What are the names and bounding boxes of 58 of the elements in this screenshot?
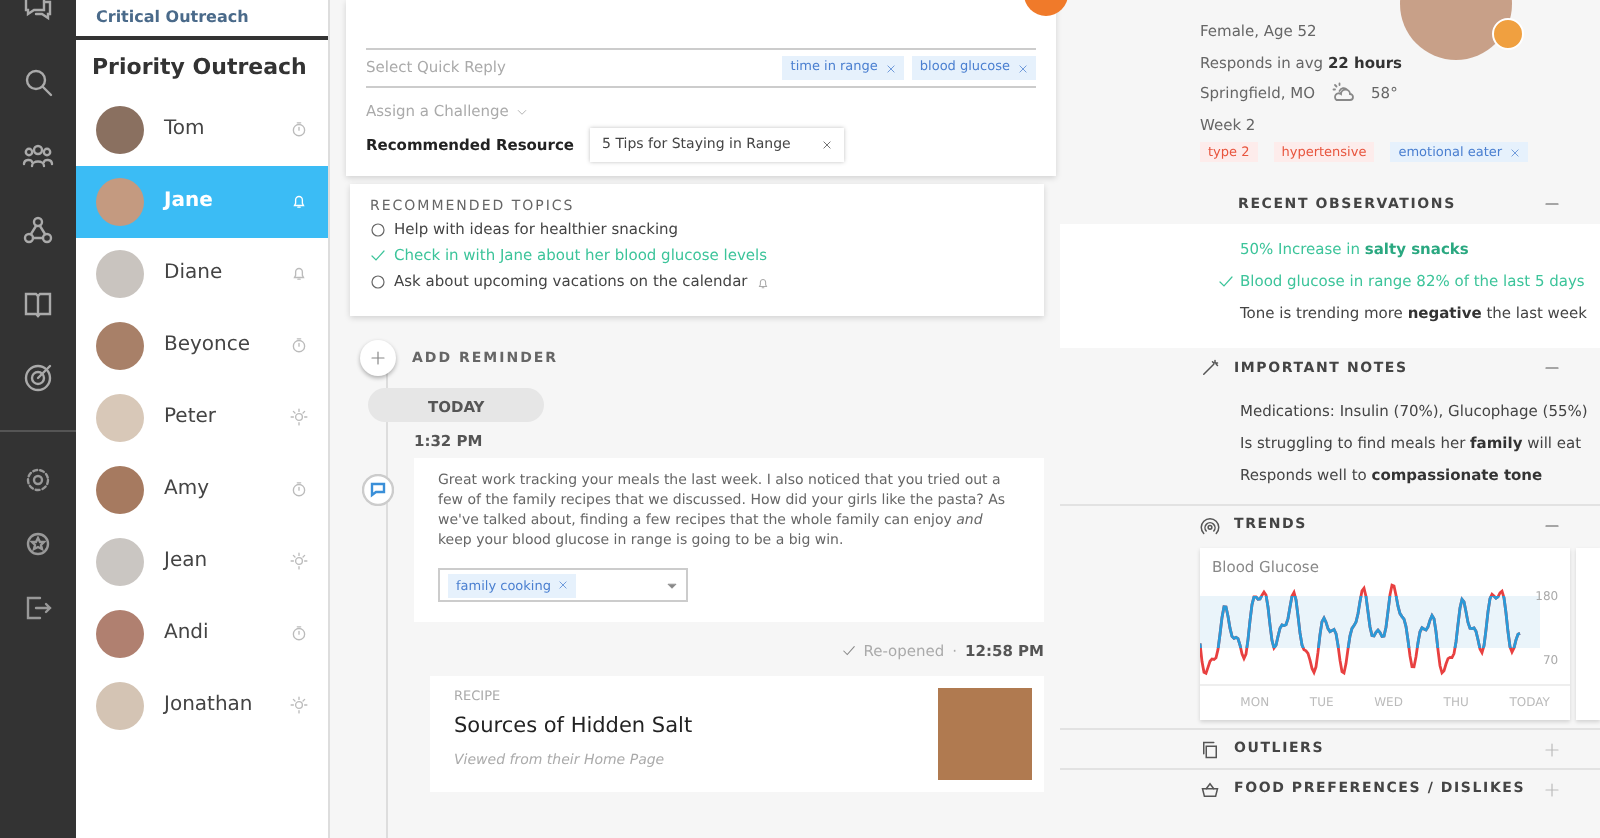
search-icon[interactable] <box>22 66 54 98</box>
people-icon[interactable] <box>22 140 54 172</box>
photo-placeholder <box>938 687 1032 779</box>
timer-icon <box>290 624 308 642</box>
avatar-placeholder <box>96 177 144 225</box>
timer-icon <box>290 336 308 354</box>
exit-icon[interactable] <box>22 592 54 624</box>
copy-icon <box>1200 739 1220 759</box>
badge-icon[interactable] <box>22 528 54 560</box>
timer-icon <box>290 480 308 498</box>
patient-list-item[interactable]: Peter <box>76 381 328 453</box>
plus-icon <box>370 350 386 366</box>
patient-list-item[interactable]: Beyonce <box>76 309 328 381</box>
avatar-placeholder <box>96 321 144 369</box>
section-title[interactable]: Critical Outreach <box>76 0 328 36</box>
weather-icon <box>1331 81 1356 106</box>
basket-icon <box>1200 779 1220 799</box>
wand-icon <box>1200 358 1220 378</box>
badge-icon <box>1492 18 1524 50</box>
patient-list-item[interactable]: Andi <box>76 597 328 669</box>
message-icon <box>362 474 394 507</box>
chat-icon[interactable] <box>22 0 54 24</box>
chevron-icon <box>516 105 529 118</box>
patient-list-item[interactable]: Jean <box>76 525 328 597</box>
network-icon[interactable] <box>22 214 54 246</box>
radio-circle-icon[interactable] <box>370 274 386 290</box>
radio-circle-icon[interactable] <box>370 222 386 238</box>
lightbulb-icon <box>290 696 308 714</box>
remove-icon[interactable] <box>885 63 896 73</box>
patient-list-item[interactable]: Diane <box>76 237 328 309</box>
remove-icon[interactable] <box>1018 63 1028 73</box>
settings-icon[interactable] <box>22 464 54 496</box>
avatar-placeholder <box>96 249 144 297</box>
patient-list-item[interactable]: Tom <box>76 93 328 165</box>
lightbulb-icon <box>290 408 308 426</box>
bell-icon <box>290 264 308 282</box>
avatar-placeholder <box>96 465 144 513</box>
remove-icon[interactable] <box>1510 147 1521 157</box>
remove-icon[interactable] <box>822 139 833 150</box>
signal-icon <box>1200 515 1220 535</box>
lightbulb-icon <box>290 552 308 570</box>
patient-list-item[interactable]: Amy <box>76 453 328 525</box>
caret-icon <box>666 579 678 592</box>
avatar-placeholder <box>96 609 144 657</box>
bell-icon <box>290 192 308 210</box>
target-icon[interactable] <box>22 362 54 394</box>
avatar-placeholder <box>96 537 144 585</box>
book-icon[interactable] <box>22 288 54 320</box>
remove-icon[interactable] <box>558 580 569 591</box>
check-icon[interactable] <box>370 248 386 264</box>
check-icon <box>841 644 856 659</box>
card-title: Sources of Hidden Salt <box>454 712 693 743</box>
avatar-placeholder <box>96 105 144 153</box>
list-title: Priority Outreach <box>90 52 309 84</box>
avatar-placeholder <box>96 681 144 729</box>
timer-icon <box>290 120 308 138</box>
patient-list-item[interactable]: Jonathan <box>76 669 328 741</box>
avatar-placeholder <box>96 393 144 441</box>
